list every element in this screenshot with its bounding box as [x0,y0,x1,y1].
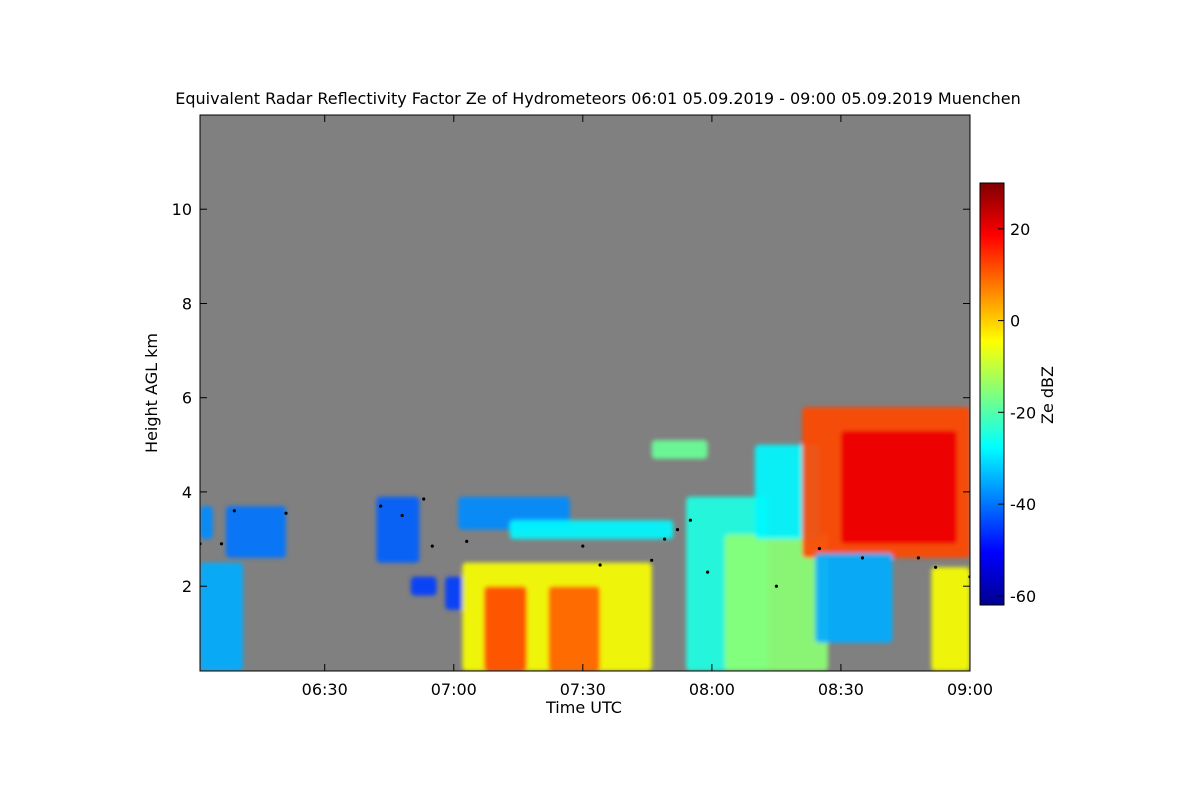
cloud-base-point [774,584,779,588]
colorbar-tick-label: -40 [1010,495,1036,514]
cloud-base-point [706,570,710,574]
colorbar-tick-label: -60 [1010,587,1036,606]
cloud-base-point [430,544,434,548]
chart-svg: Equivalent Radar Reflectivity Factor Ze … [142,89,1057,717]
cloud-base-point [219,542,224,546]
x-tick-label: 07:00 [431,680,477,699]
cloud-base-point [663,537,667,541]
x-tick-label: 06:30 [302,680,348,699]
echo-region [200,562,243,671]
cloud-base-point [598,563,602,567]
y-tick-label: 4 [182,483,192,502]
cloud-base-point [860,556,865,560]
colorbar-tick-label: -20 [1010,403,1036,422]
x-tick-label: 08:00 [689,680,735,699]
echo-region [651,440,708,459]
echo-region [483,586,527,671]
cloud-base-point [817,546,822,551]
x-tick-label: 07:30 [560,680,606,699]
colorbar-tick-label: 0 [1010,312,1020,331]
echo-region [200,506,213,540]
echo-region [931,567,970,671]
cloud-base-point [422,497,426,501]
echo-region [548,586,600,671]
cloud-base-point [688,518,693,522]
y-tick-label: 6 [182,389,192,408]
cloud-base-point [581,544,585,548]
colorbar-label: Ze dBZ [1038,366,1057,424]
echo-region [225,506,286,558]
x-axis-label: Time UTC [545,698,622,717]
echo-region [376,496,420,563]
echo-region [509,520,674,539]
echo-region [815,553,893,643]
colorbar-tick-label: 20 [1010,220,1030,239]
cloud-base-point [232,509,236,513]
chart-title: Equivalent Radar Reflectivity Factor Ze … [175,89,1021,108]
cloud-base-point [650,558,654,562]
cloud-base-point [934,565,938,569]
y-tick-label: 8 [182,295,192,314]
x-tick-label: 09:00 [947,680,993,699]
chart-figure: Equivalent Radar Reflectivity Factor Ze … [0,0,1200,800]
cloud-base-point [379,504,383,508]
cloud-base-point [284,511,288,515]
echo-region [840,430,957,544]
y-tick-label: 10 [172,200,192,219]
x-tick-label: 08:30 [818,680,864,699]
cloud-base-point [400,513,404,518]
echo-region [410,576,437,596]
y-axis-label: Height AGL km [142,333,161,453]
cloud-base-point [465,539,469,544]
cloud-base-point [675,528,680,532]
colorbar [979,182,1005,606]
y-tick-label: 2 [182,577,192,596]
cloud-base-point [916,556,921,560]
